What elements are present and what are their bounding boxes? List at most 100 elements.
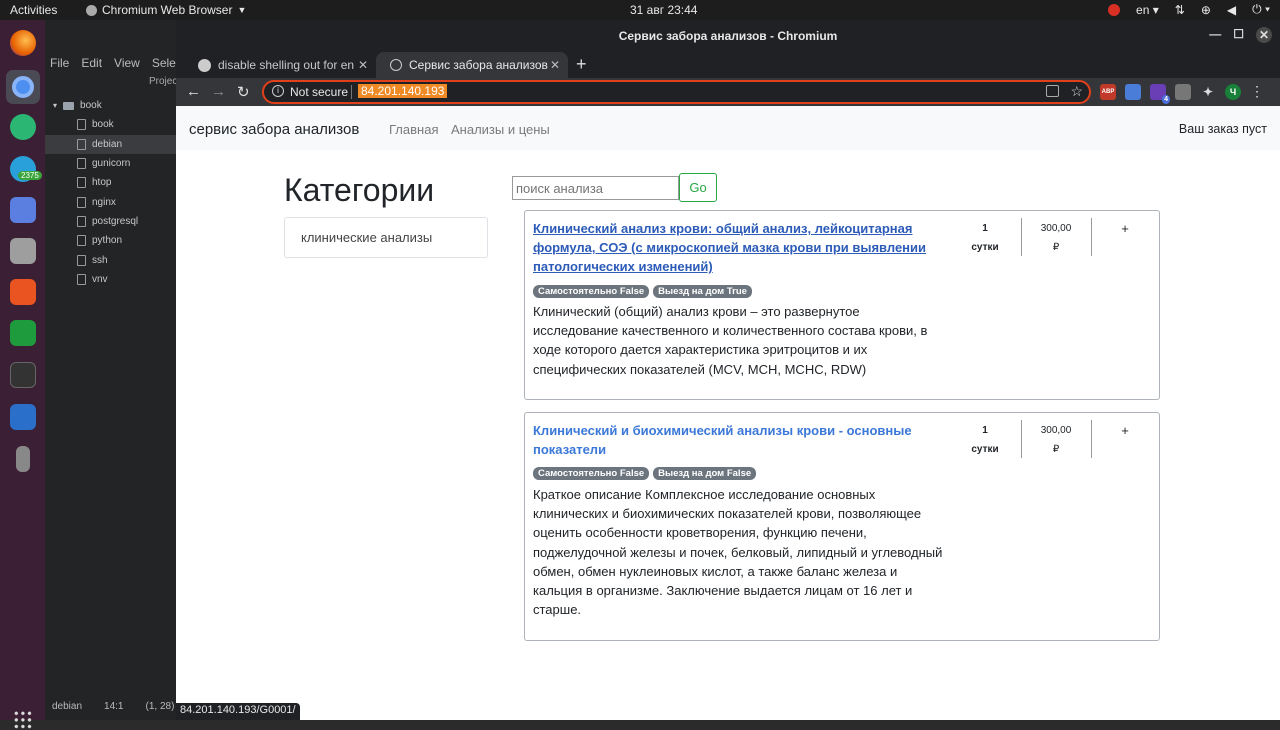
profile-avatar[interactable]: Ч [1225,83,1241,100]
tab-label: Сервис забора анализов [409,58,548,72]
site-brand[interactable]: сервис забора анализов [189,121,359,138]
nav-home[interactable]: Главная [389,122,438,137]
price-currency: ₽ [1052,242,1060,253]
divider [351,85,352,99]
usb-drive-icon[interactable] [16,446,30,472]
menu-edit[interactable]: Edit [81,56,102,70]
add-to-order-button[interactable]: + [1115,423,1135,438]
tree-file[interactable]: postgresql [45,212,176,231]
tab-close-icon[interactable]: ✕ [358,58,368,72]
file-label: nginx [92,196,116,208]
chromium-icon[interactable] [6,70,40,104]
security-label[interactable]: Not secure [290,85,348,99]
menu-view[interactable]: View [114,56,140,70]
extension-badge-icon[interactable]: 4 [1150,83,1170,104]
price-currency: ₽ [1052,444,1060,455]
chevron-down-icon: ▾ [53,101,58,111]
extension-badge-count: 4 [1162,94,1170,104]
divider [1091,218,1092,256]
chevron-down-icon: ▼ [237,5,247,15]
info-icon[interactable]: i [272,85,284,97]
minimize-button[interactable]: — [1209,27,1221,43]
spreadsheet-icon[interactable] [10,320,36,346]
category-item[interactable]: клинические анализы [284,217,488,258]
tree-file[interactable]: ssh [45,250,176,269]
search-go-button[interactable]: Go [679,173,717,202]
product-title-link[interactable]: Клинический и биохимический анализы кров… [533,421,937,459]
firefox-icon[interactable] [10,30,36,56]
tree-file[interactable]: nginx [45,192,176,211]
back-button[interactable]: ← [186,83,201,100]
file-icon [77,273,86,285]
reload-button[interactable]: ↻ [237,83,250,101]
chrome-remote-icon[interactable] [1108,3,1121,16]
tree-folder-book[interactable]: ▾ book [45,96,176,115]
link-status-bubble: 84.201.140.193/G0001/ [176,703,300,720]
atom-icon[interactable] [10,114,36,140]
product-title-link[interactable]: Клинический анализ крови: общий анализ, … [533,219,937,276]
tree-file[interactable]: gunicorn [45,154,176,173]
tab-close-icon[interactable]: ✕ [550,58,560,72]
tree-file[interactable]: htop [45,173,176,192]
url-text[interactable]: 84.201.140.193 [358,84,448,98]
close-button[interactable]: ✕ [1256,27,1272,43]
writer-icon[interactable] [10,404,36,430]
window-titlebar[interactable]: Сервис забора анализов - Chromium — ☐ ✕ [176,20,1280,50]
tab-active[interactable]: Сервис забора анализов ✕ [376,52,568,78]
files-icon[interactable] [10,238,36,264]
translate-extension-icon[interactable] [1125,83,1141,100]
tab-github[interactable]: disable shelling out for en ✕ [184,52,376,78]
system-tray: en ▾ ⇅ ⊕ ◀ ⏻ ▾ [1108,2,1270,17]
menu-file[interactable]: File [50,56,69,70]
cart-status[interactable]: Ваш заказ пуст [1179,122,1267,136]
editor-status-bar: debian 14:1 (1, 28) [52,701,174,712]
duration-value: 1 [982,223,988,234]
add-to-order-button[interactable]: + [1115,221,1135,236]
file-label: postgresql [92,215,139,227]
terminal-icon[interactable] [10,362,36,388]
folder-label: book [80,100,102,112]
address-bar[interactable]: i Not secure 84.201.140.193 ☆ [262,80,1091,104]
product-card: Клинический анализ крови: общий анализ, … [524,210,1160,400]
clock[interactable]: 31 авг 23:44 [630,3,697,17]
star-icon[interactable]: ☆ [1070,83,1083,100]
screenshot-tool-icon[interactable] [10,197,36,223]
translate-icon[interactable] [1046,85,1059,97]
new-tab-button[interactable]: + [576,54,587,75]
cast-extension-icon[interactable] [1175,83,1191,100]
show-apps-icon[interactable] [13,710,33,730]
network-icon[interactable]: ⊕ [1201,3,1211,17]
tree-file[interactable]: vnv [45,270,176,289]
activities-button[interactable]: Activities [10,3,57,17]
volume-icon[interactable]: ◀ [1227,3,1236,17]
search-input[interactable] [512,176,679,200]
divider [1021,420,1022,458]
status-line-col[interactable]: 14:1 [104,701,123,712]
status-file[interactable]: debian [52,701,82,712]
language-indicator[interactable]: en ▾ [1136,3,1159,17]
tree-file-selected[interactable]: debian [45,134,176,154]
nav-analyses-prices[interactable]: Анализы и цены [451,122,550,137]
file-icon [77,177,86,189]
chromium-window: Сервис забора анализов - Chromium — ☐ ✕ … [176,20,1280,720]
tree-file[interactable]: python [45,231,176,250]
power-icon[interactable]: ⏻ ▾ [1252,2,1270,17]
product-price: 300,00 ₽ [1025,421,1087,459]
price-value: 300,00 [1040,223,1072,234]
product-badges: Самостоятельно False Выезд на дом True [533,285,752,298]
software-center-icon[interactable] [10,279,36,305]
puzzle-icon[interactable]: ✦ [1200,84,1216,100]
app-menu[interactable]: Chromium Web Browser ▼ [86,3,246,17]
maximize-button[interactable]: ☐ [1233,27,1244,43]
adblock-icon[interactable]: ABP [1100,83,1116,100]
more-menu-icon[interactable]: ⋮ [1250,83,1264,100]
globe-icon [390,59,402,71]
forward-button[interactable]: → [211,83,226,100]
product-description: Краткое описание Комплексное исследовани… [533,487,943,618]
file-icon [77,196,86,208]
product-duration: 1 сутки [955,219,1015,257]
accessibility-icon[interactable]: ⇅ [1175,3,1185,17]
tree-file[interactable]: book [45,115,176,134]
web-page: сервис забора анализов Главная Анализы и… [176,106,1280,720]
file-label: python [92,235,123,247]
